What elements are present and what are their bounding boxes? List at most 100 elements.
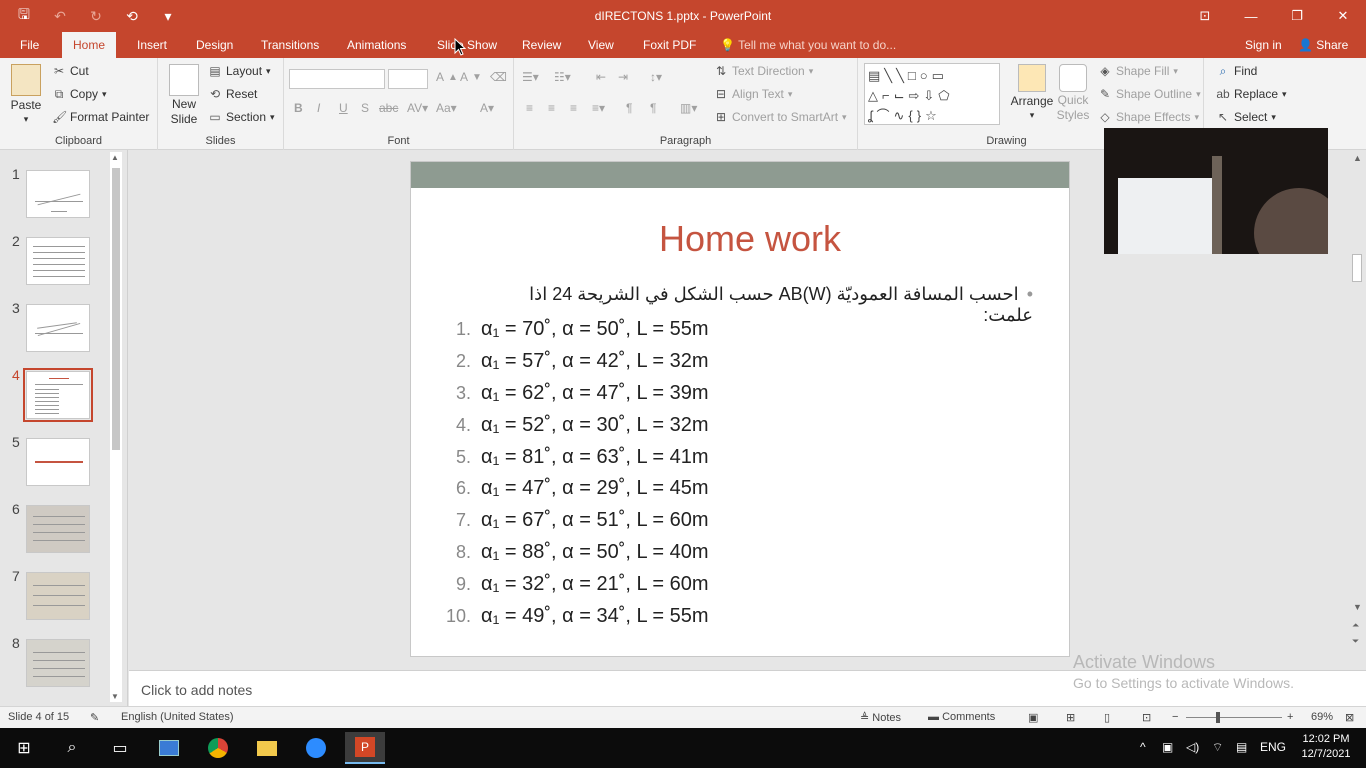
grow-font-icon[interactable]: A ▲ [436, 70, 458, 84]
underline-button[interactable]: U [339, 101, 348, 115]
line-spacing-icon[interactable]: ↕▾ [650, 70, 662, 84]
shrink-font-icon[interactable]: A ▼ [460, 70, 482, 84]
text-direction-button[interactable]: ⇅ Text Direction ▾ [714, 64, 813, 78]
format-painter-button[interactable]: 🖌 Format Painter [52, 110, 149, 124]
tab-design[interactable]: Design [185, 32, 244, 58]
align-right-icon[interactable]: ≡ [570, 101, 577, 115]
change-case-icon[interactable]: Aa▾ [436, 101, 457, 115]
comments-button[interactable]: ▬ Comments [928, 711, 995, 723]
shadow-button[interactable]: S [361, 101, 369, 115]
wifi-icon[interactable]: ⌔ [1212, 740, 1223, 755]
minimize-button[interactable]: — [1228, 0, 1274, 32]
font-color-icon[interactable]: A▾ [480, 101, 494, 115]
slide-numbered-list[interactable]: 1. α₁ = 70˚, α = 50˚, L = 55m 2. α₁ = 57˚, … [437, 314, 857, 632]
select-button[interactable]: ↖ Select ▾ [1216, 110, 1276, 124]
tab-home[interactable]: Home [62, 32, 117, 58]
restore-button[interactable]: ❐ [1274, 0, 1320, 32]
align-left-icon[interactable]: ≡ [526, 101, 533, 115]
slide-thumbnail-8[interactable] [26, 639, 90, 687]
new-slide-button[interactable]: New Slide [164, 64, 204, 126]
thumbnails-scrollbar[interactable]: ▲ ▼ [110, 152, 122, 702]
notes-button[interactable]: ≜ Notes [860, 711, 901, 724]
task-view-icon[interactable]: ▭ [100, 732, 140, 764]
italic-button[interactable]: I [317, 101, 320, 115]
tab-foxit-pdf[interactable]: Foxit PDF [632, 32, 707, 58]
slide-thumbnail-6[interactable] [26, 505, 90, 553]
slide-thumbnail-5[interactable] [26, 438, 90, 486]
scroll-thumb[interactable] [1352, 254, 1362, 282]
shape-fill-button[interactable]: ◈ Shape Fill ▾ [1098, 64, 1178, 78]
zoom-level[interactable]: 69% [1311, 711, 1333, 723]
language-indicator[interactable]: English (United States) [121, 711, 234, 723]
reading-view-icon[interactable]: ▯ [1104, 711, 1110, 724]
fit-to-window-icon[interactable]: ⊠ [1345, 711, 1354, 724]
justify-icon[interactable]: ≡▾ [592, 101, 605, 115]
previous-slide-icon[interactable]: ⏶ [1352, 620, 1359, 631]
tab-animations[interactable]: Animations [336, 32, 417, 58]
align-text-button[interactable]: ⊟ Align Text ▾ [714, 87, 792, 101]
slide-thumbnail-2[interactable] [26, 237, 90, 285]
normal-view-icon[interactable]: ▣ [1028, 711, 1038, 724]
numbering-icon[interactable]: ☷▾ [554, 70, 571, 84]
next-slide-icon[interactable]: ⏷ [1352, 636, 1359, 647]
tab-review[interactable]: Review [511, 32, 572, 58]
slide-thumbnail-1[interactable] [26, 170, 90, 218]
show-hidden-icons-icon[interactable]: ^ [1140, 740, 1146, 754]
scroll-down-icon[interactable]: ▼ [1353, 602, 1362, 612]
share-button[interactable]: 👤 Share [1298, 32, 1348, 58]
file-explorer-icon[interactable] [247, 732, 287, 764]
zoom-slider-thumb[interactable] [1216, 712, 1220, 723]
search-icon[interactable]: ⌕ [52, 732, 92, 764]
zoom-in-icon[interactable]: + [1287, 711, 1293, 723]
columns-icon[interactable]: ▥▾ [680, 101, 697, 115]
strikethrough-button[interactable]: abc [379, 101, 398, 115]
close-button[interactable]: ✕ [1320, 0, 1366, 32]
ltr-icon[interactable]: ¶ [626, 101, 632, 115]
tab-file[interactable]: File [9, 32, 50, 58]
current-slide[interactable]: Home work •احسب المسافة العموديّة AB(W) … [410, 161, 1070, 657]
shape-effects-button[interactable]: ◇ Shape Effects ▾ [1098, 110, 1199, 124]
notification-icon[interactable]: ▤ [1236, 740, 1247, 754]
tab-slide-show[interactable]: Slide Show [426, 32, 508, 58]
input-language[interactable]: ENG [1260, 740, 1286, 754]
decrease-indent-icon[interactable]: ⇤ [596, 70, 606, 84]
scroll-up-icon[interactable]: ▲ [1353, 153, 1362, 163]
font-size-input[interactable] [388, 69, 428, 89]
zoom-app-icon[interactable] [296, 732, 336, 764]
zoom-out-icon[interactable]: − [1172, 711, 1178, 723]
zoom-slider[interactable] [1186, 712, 1282, 723]
shapes-gallery[interactable]: ▤╲╲□○▭ △⌐⌙⇨⇩⬠ ʆ⌒∿{}☆ [864, 63, 1000, 125]
increase-indent-icon[interactable]: ⇥ [618, 70, 628, 84]
powerpoint-icon[interactable]: P [345, 732, 385, 764]
tab-transitions[interactable]: Transitions [250, 32, 330, 58]
chrome-icon[interactable] [198, 732, 238, 764]
slide-thumbnail-3[interactable] [26, 304, 90, 352]
arrange-button[interactable]: Arrange ▾ [1008, 64, 1056, 121]
slide-thumbnail-7[interactable] [26, 572, 90, 620]
app-icon-computer[interactable] [149, 732, 189, 764]
bold-button[interactable]: B [294, 101, 303, 115]
sign-in-link[interactable]: Sign in [1245, 32, 1282, 58]
system-clock[interactable]: 12:02 PM 12/7/2021 [1290, 732, 1362, 762]
rtl-icon[interactable]: ¶ [650, 101, 656, 115]
editor-scrollbar[interactable]: ▲ ▼ ⏶ ⏷ [1348, 150, 1366, 670]
tab-view[interactable]: View [577, 32, 625, 58]
start-icon[interactable]: ⊞ [4, 732, 44, 764]
scroll-thumb[interactable] [112, 168, 120, 450]
ribbon-display-options-icon[interactable]: ⊡ [1182, 0, 1228, 32]
bullets-icon[interactable]: ☰▾ [522, 70, 539, 84]
cut-button[interactable]: ✂ Cut [52, 64, 89, 78]
volume-icon[interactable]: ◁) [1186, 740, 1199, 754]
tell-me-box[interactable]: 💡 Tell me what you want to do... [720, 32, 896, 58]
clear-formatting-icon[interactable]: ⌫ [490, 70, 507, 84]
slide-thumbnail-4[interactable] [23, 368, 93, 422]
copy-button[interactable]: ⧉ Copy ▾ [52, 87, 107, 101]
font-name-input[interactable] [289, 69, 385, 89]
paste-button[interactable]: Paste ▾ [8, 64, 44, 125]
slide-sorter-icon[interactable]: ⊞ [1066, 711, 1075, 724]
align-center-icon[interactable]: ≡ [548, 101, 555, 115]
slide-title[interactable]: Home work [411, 218, 1069, 260]
replace-button[interactable]: ab Replace ▾ [1216, 87, 1286, 101]
shape-outline-button[interactable]: ✎ Shape Outline ▾ [1098, 87, 1201, 101]
section-button[interactable]: ▭ Section ▾ [208, 110, 274, 124]
